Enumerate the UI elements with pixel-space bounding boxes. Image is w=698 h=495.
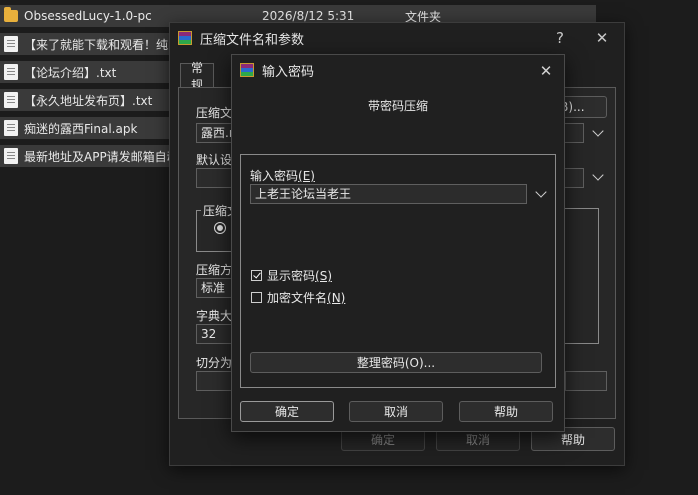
winrar-icon xyxy=(240,63,254,77)
file-name: 最新地址及APP请发邮箱自动 xyxy=(24,149,179,164)
file-name: 【永久地址发布页】.txt xyxy=(24,93,153,108)
password-input[interactable]: 上老王论坛当老王 xyxy=(250,184,527,204)
document-icon xyxy=(4,92,18,108)
file-name: 【论坛介绍】.txt xyxy=(24,65,117,80)
password-ok-button[interactable]: 确定 xyxy=(240,401,334,422)
password-group: 输入密码(E) 上老王论坛当老王 显示密码(S) 加密文件名(N) 整理密码(O… xyxy=(240,154,556,388)
document-icon xyxy=(4,36,18,52)
document-icon xyxy=(4,148,18,164)
winrar-icon xyxy=(178,31,192,45)
archive-title-bar[interactable]: 压缩文件名和参数 ? ✕ xyxy=(170,23,624,53)
password-label: 输入密码(E) xyxy=(250,169,315,183)
password-heading: 带密码压缩 xyxy=(367,99,428,113)
chevron-down-icon[interactable] xyxy=(592,169,604,181)
default-profile-label: 默认设 xyxy=(196,153,233,167)
file-name: ObsessedLucy-1.0-pc xyxy=(24,9,152,23)
password-help-button[interactable]: 帮助 xyxy=(459,401,553,422)
close-icon[interactable]: ✕ xyxy=(534,60,558,82)
file-date: 2026/8/12 5:31 xyxy=(262,9,355,23)
update-mode-select[interactable] xyxy=(565,371,607,391)
file-row[interactable]: 最新地址及APP请发邮箱自动 xyxy=(0,145,179,167)
dictionary-size-label: 字典大 xyxy=(196,309,233,323)
file-row[interactable]: 【论坛介绍】.txt xyxy=(0,61,170,83)
encrypt-filenames-label: 加密文件名(N) xyxy=(267,291,346,305)
file-name: 【来了就能下载和观看！纯 xyxy=(24,37,169,52)
organize-passwords-button[interactable]: 整理密码(O)... xyxy=(250,352,542,373)
rar-radio[interactable] xyxy=(214,222,226,234)
password-dialog: 输入密码 ✕ 带密码压缩 输入密码(E) 上老王论坛当老王 显示密码(S) 加密… xyxy=(231,54,565,432)
file-name: 痴迷的露西Final.apk xyxy=(24,121,138,136)
file-row[interactable]: 【永久地址发布页】.txt xyxy=(0,89,170,111)
document-icon xyxy=(4,120,18,136)
file-row[interactable]: 痴迷的露西Final.apk xyxy=(0,117,170,139)
split-volume-label: 切分为 xyxy=(196,356,233,370)
show-password-label: 显示密码(S) xyxy=(267,269,332,283)
folder-icon xyxy=(4,7,18,22)
chevron-down-icon[interactable] xyxy=(535,186,547,198)
password-title-bar[interactable]: 输入密码 xyxy=(232,55,564,85)
tab-general[interactable]: 常规 xyxy=(180,61,215,92)
encrypt-filenames-checkbox[interactable] xyxy=(251,292,262,303)
archive-name-label: 压缩文 xyxy=(196,106,233,120)
compression-method-label: 压缩方 xyxy=(196,263,233,277)
file-row[interactable]: 【来了就能下载和观看！纯 xyxy=(0,33,170,55)
close-icon[interactable]: ✕ xyxy=(590,27,614,49)
chevron-down-icon[interactable] xyxy=(592,125,604,137)
help-icon[interactable]: ? xyxy=(548,27,572,49)
password-dialog-title: 输入密码 xyxy=(262,64,315,80)
document-icon xyxy=(4,64,18,80)
show-password-checkbox[interactable] xyxy=(251,270,262,281)
archive-dialog-title: 压缩文件名和参数 xyxy=(200,32,305,48)
password-cancel-button[interactable]: 取消 xyxy=(349,401,443,422)
